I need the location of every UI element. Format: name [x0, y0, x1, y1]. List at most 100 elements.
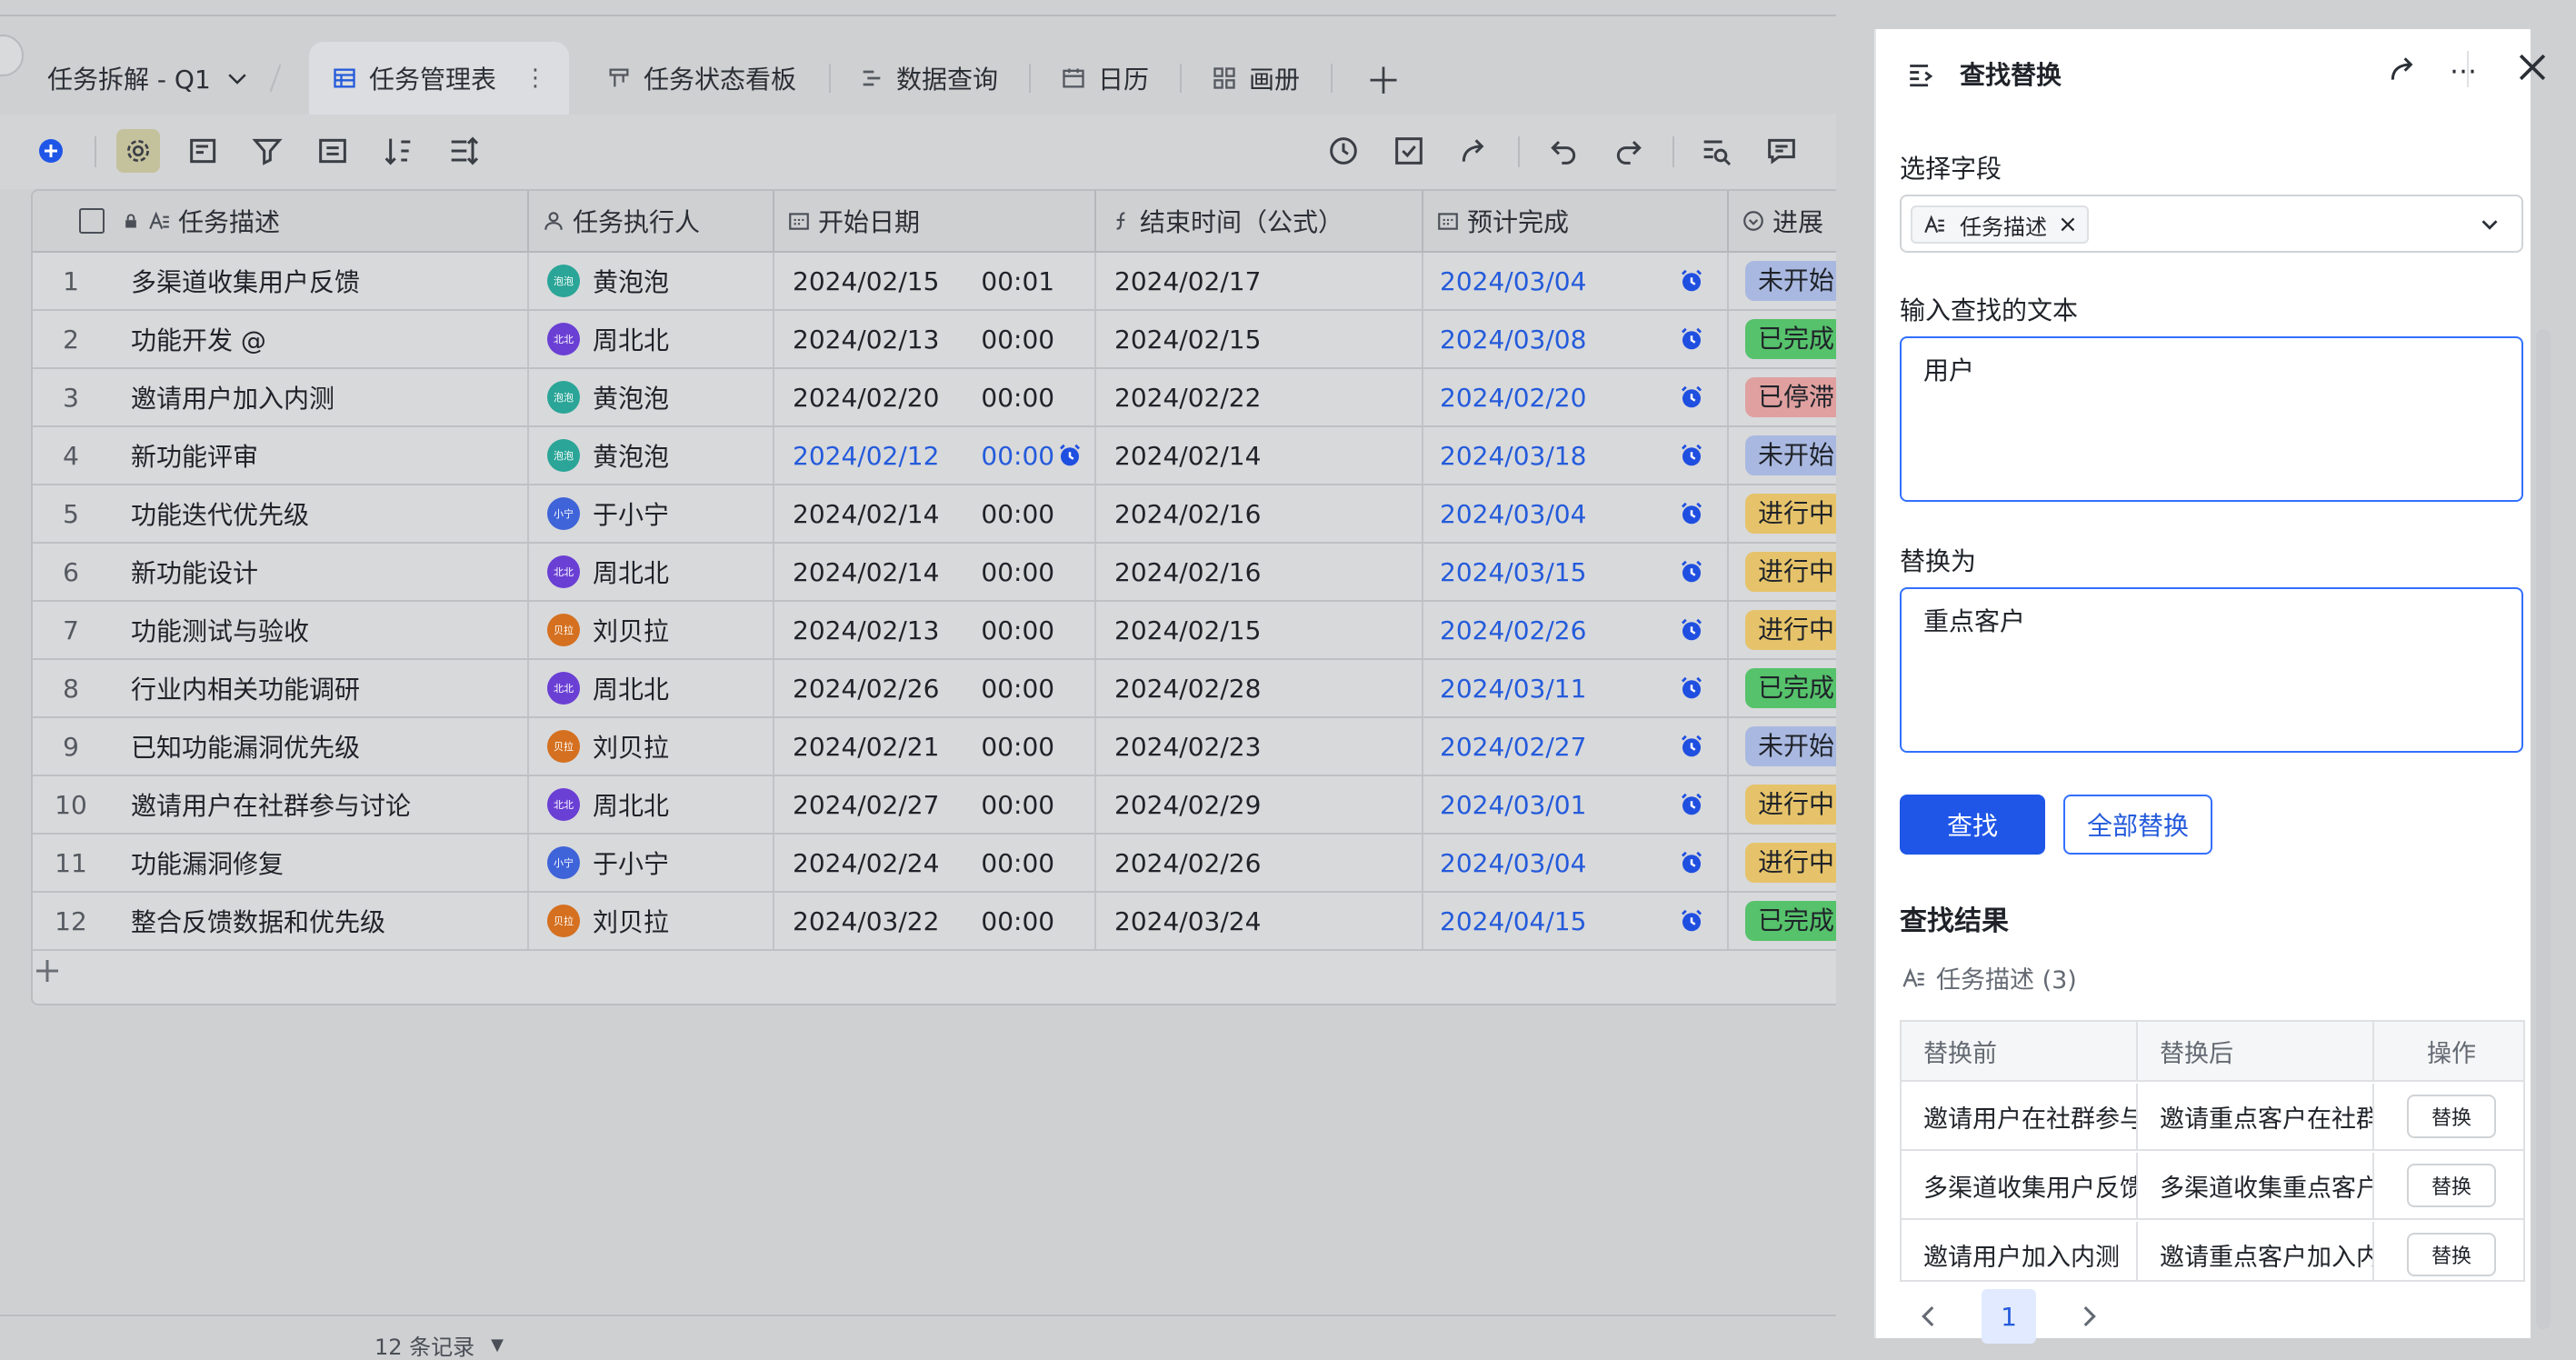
table-row[interactable]: 4 新功能评审 泡泡 黄泡泡 2024/02/12 00:00 2024/02/14 2024… — [33, 427, 1836, 485]
cell-desc[interactable]: 功能测试与验收 — [109, 602, 529, 658]
cell-progress[interactable]: 已停滞 — [1729, 369, 1836, 425]
cell-owner[interactable]: 贝拉 刘贝拉 — [529, 602, 774, 658]
cell-progress[interactable]: 进行中 — [1729, 776, 1836, 833]
cell-desc[interactable]: 整合反馈数据和优先级 — [109, 893, 529, 949]
cell-desc[interactable]: 多渠道收集用户反馈 — [109, 253, 529, 309]
cell-owner[interactable]: 北北 周北北 — [529, 544, 774, 600]
table-row[interactable]: 7 功能测试与验收 贝拉 刘贝拉 2024/02/13 00:00 2024/02/15 20… — [33, 602, 1836, 660]
tab-more-icon[interactable]: ⋮ — [524, 65, 547, 92]
find-text-input[interactable]: 用户 — [1900, 336, 2523, 502]
table-row[interactable]: 10 邀请用户在社群参与讨论 北北 周北北 2024/02/27 00:00 2024/02… — [33, 776, 1836, 835]
cell-desc[interactable]: 新功能设计 — [109, 544, 529, 600]
undo-icon[interactable] — [1545, 133, 1582, 169]
table-row[interactable]: 11 功能漏洞修复 小宁 于小宁 2024/02/24 00:00 2024/02/26 20… — [33, 835, 1836, 893]
redo-icon[interactable] — [1611, 133, 1647, 169]
cell-progress[interactable]: 已完成 — [1729, 893, 1836, 949]
cell-owner[interactable]: 泡泡 黄泡泡 — [529, 369, 774, 425]
cell-owner[interactable]: 北北 周北北 — [529, 660, 774, 716]
cell-due-date[interactable]: 2024/02/27 — [1423, 718, 1729, 775]
field-select[interactable]: 任务描述 × — [1900, 195, 2523, 253]
column-header-progress[interactable]: 进展 — [1729, 191, 1836, 251]
cell-owner[interactable]: 泡泡 黄泡泡 — [529, 253, 774, 309]
cell-desc[interactable]: 行业内相关功能调研 — [109, 660, 529, 716]
table-row[interactable]: 9 已知功能漏洞优先级 贝拉 刘贝拉 2024/02/21 00:00 2024/02/23… — [33, 718, 1836, 776]
group-icon[interactable] — [315, 133, 351, 169]
cell-due-date[interactable]: 2024/04/15 — [1423, 893, 1729, 949]
cell-due-date[interactable]: 2024/03/04 — [1423, 253, 1729, 309]
settings-icon[interactable] — [116, 129, 160, 173]
table-row[interactable]: 8 行业内相关功能调研 北北 周北北 2024/02/26 00:00 2024/02/28… — [33, 660, 1836, 718]
cell-owner[interactable]: 贝拉 刘贝拉 — [529, 718, 774, 775]
cell-desc[interactable]: 功能迭代优先级 — [109, 485, 529, 542]
cell-progress[interactable]: 进行中 — [1729, 602, 1836, 658]
column-header-due[interactable]: 预计完成 — [1423, 191, 1729, 251]
page-number[interactable]: 1 — [1982, 1289, 2036, 1344]
column-header-start[interactable]: 开始日期 — [774, 191, 1096, 251]
tab-gallery[interactable]: 画册 — [1211, 42, 1300, 115]
cell-start-date[interactable]: 2024/02/21 00:00 — [774, 718, 1096, 775]
replace-button[interactable]: 替换 — [2407, 1095, 2496, 1138]
replace-button[interactable]: 替换 — [2407, 1164, 2496, 1207]
table-row[interactable]: 5 功能迭代优先级 小宁 于小宁 2024/02/14 00:00 2024/02/16 20… — [33, 485, 1836, 544]
cell-owner[interactable]: 贝拉 刘贝拉 — [529, 893, 774, 949]
cell-due-date[interactable]: 2024/03/04 — [1423, 485, 1729, 542]
cell-desc[interactable]: 功能开发 @ — [109, 311, 529, 367]
column-header-owner[interactable]: 任务执行人 — [529, 191, 774, 251]
cell-desc[interactable]: 已知功能漏洞优先级 — [109, 718, 529, 775]
comment-icon[interactable] — [1763, 133, 1800, 169]
doc-title-dropdown[interactable]: 任务拆解 - Q1 — [47, 42, 253, 115]
chevron-left-icon[interactable] — [1909, 1296, 1949, 1336]
tab-calendar[interactable]: 日历 — [1060, 42, 1149, 115]
cell-due-date[interactable]: 2024/03/04 — [1423, 835, 1729, 891]
column-header-end-formula[interactable]: 结束时间（公式） — [1096, 191, 1423, 251]
cell-desc[interactable]: 邀请用户在社群参与讨论 — [109, 776, 529, 833]
tab-task-table[interactable]: 任务管理表 ⋮ — [309, 42, 570, 115]
chevron-right-icon[interactable] — [2069, 1296, 2109, 1336]
table-row[interactable]: 12 整合反馈数据和优先级 贝拉 刘贝拉 2024/03/22 00:00 2024/03/… — [33, 893, 1836, 951]
cell-due-date[interactable]: 2024/03/08 — [1423, 311, 1729, 367]
find-button[interactable]: 查找 — [1900, 795, 2045, 855]
table-row[interactable]: 1 多渠道收集用户反馈 泡泡 黄泡泡 2024/02/15 00:01 2024/02/17… — [33, 253, 1836, 311]
sort-icon[interactable] — [380, 133, 416, 169]
cell-progress[interactable]: 未开始 — [1729, 253, 1836, 309]
share-icon[interactable] — [2385, 51, 2425, 91]
cell-start-date[interactable]: 2024/02/14 00:00 — [774, 485, 1096, 542]
cell-progress[interactable]: 已完成 — [1729, 311, 1836, 367]
cell-start-date[interactable]: 2024/02/24 00:00 — [774, 835, 1096, 891]
cell-progress[interactable]: 未开始 — [1729, 718, 1836, 775]
cell-desc[interactable]: 功能漏洞修复 — [109, 835, 529, 891]
table-row[interactable]: 2 功能开发 @ 北北 周北北 2024/02/13 00:00 2024/02/15 202… — [33, 311, 1836, 369]
cell-owner[interactable]: 泡泡 黄泡泡 — [529, 427, 774, 484]
cell-owner[interactable]: 北北 周北北 — [529, 776, 774, 833]
tab-kanban[interactable]: 任务状态看板 — [605, 42, 796, 115]
cell-start-date[interactable]: 2024/02/26 00:00 — [774, 660, 1096, 716]
cell-start-date[interactable]: 2024/02/27 00:00 — [774, 776, 1096, 833]
add-record-icon[interactable] — [33, 133, 69, 169]
replace-all-button[interactable]: 全部替换 — [2063, 795, 2212, 855]
cell-desc[interactable]: 新功能评审 — [109, 427, 529, 484]
table-row[interactable]: 6 新功能设计 北北 周北北 2024/02/14 00:00 2024/02/16 2024… — [33, 544, 1836, 602]
cell-desc[interactable]: 邀请用户加入内测 — [109, 369, 529, 425]
cell-due-date[interactable]: 2024/03/01 — [1423, 776, 1729, 833]
row-height-icon[interactable] — [445, 133, 482, 169]
cell-due-date[interactable]: 2024/03/11 — [1423, 660, 1729, 716]
cell-start-date[interactable]: 2024/02/15 00:01 — [774, 253, 1096, 309]
table-row[interactable]: 3 邀请用户加入内测 泡泡 黄泡泡 2024/02/20 00:00 2024/02/22 2… — [33, 369, 1836, 427]
panel-scrollbar[interactable] — [2536, 329, 2551, 1329]
cell-owner[interactable]: 小宁 于小宁 — [529, 485, 774, 542]
cell-progress[interactable]: 进行中 — [1729, 544, 1836, 600]
replace-button[interactable]: 替换 — [2407, 1233, 2496, 1276]
cell-due-date[interactable]: 2024/03/15 — [1423, 544, 1729, 600]
history-icon[interactable] — [1325, 133, 1362, 169]
cell-progress[interactable]: 进行中 — [1729, 485, 1836, 542]
find-replace-icon[interactable] — [1698, 133, 1734, 169]
cell-progress[interactable]: 进行中 — [1729, 835, 1836, 891]
tab-data-query[interactable]: 数据查询 — [858, 42, 998, 115]
more-icon[interactable]: ⋯ — [2443, 51, 2483, 91]
cell-owner[interactable]: 小宁 于小宁 — [529, 835, 774, 891]
cell-start-date[interactable]: 2024/02/20 00:00 — [774, 369, 1096, 425]
replace-text-input[interactable]: 重点客户 — [1900, 587, 2523, 753]
cell-progress[interactable]: 已完成 — [1729, 660, 1836, 716]
cell-start-date[interactable]: 2024/02/13 00:00 — [774, 311, 1096, 367]
cell-due-date[interactable]: 2024/03/18 — [1423, 427, 1729, 484]
